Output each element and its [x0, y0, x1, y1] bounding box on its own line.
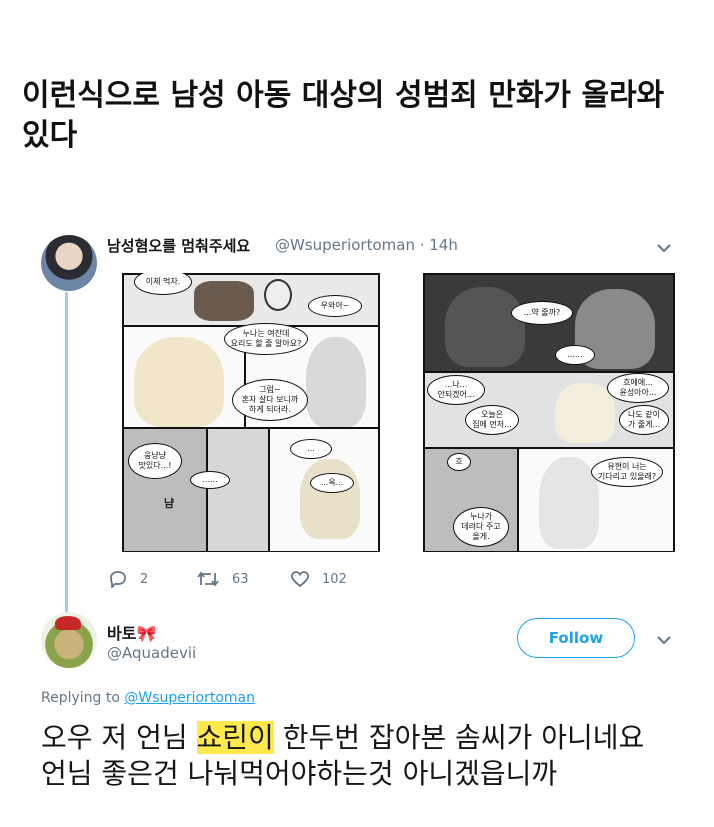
character-young [555, 383, 615, 443]
reply-text-part: 오우 저 언님 [41, 721, 197, 754]
replying-to-label: Replying to [41, 690, 120, 706]
speech-bubble: 흐 [447, 453, 471, 471]
speech-bubble: 우와아~ [308, 295, 362, 317]
speech-bubble: 흐에에... 윤성아아... [607, 373, 669, 403]
comic-sound-effect: 냠 [164, 497, 175, 510]
like-action[interactable]: 102 [290, 570, 347, 588]
speech-bubble: 오늘은 집에 먼저... [465, 405, 519, 435]
santa-hat-icon [55, 616, 81, 630]
speech-bubble: ...... [555, 345, 595, 365]
speech-bubble: ... [290, 439, 332, 459]
reply-text-line: 언님 좋은건 나눠먹어야하는것 아니겠읍니까 [41, 757, 558, 790]
reply-author-avatar[interactable] [41, 612, 97, 668]
speech-bubble: ...약 줄까? [511, 301, 573, 325]
reply-count: 2 [140, 571, 149, 587]
chevron-down-icon[interactable] [657, 635, 671, 645]
post-headline: 이런식으로 남성 아동 대상의 성범죄 만화가 올라와 있다 [22, 78, 665, 153]
highlighted-word: 쇼린이 [196, 721, 274, 754]
comic-image-right[interactable]: ...약 줄까? ...... ...나... 안되겠어... 오늘은 집에 먼… [423, 273, 675, 552]
reply-tweet-text: 오우 저 언님 쇼린이 한두번 잡아본 솜씨가 아니네요 언님 좋은건 나눠먹어… [41, 720, 701, 792]
character-eating [300, 459, 360, 539]
reply-icon [110, 571, 126, 588]
speech-bubble: 나도 같이 가 줄게... [619, 405, 669, 435]
comic-panel [206, 427, 270, 552]
speech-bubble: ...... [190, 471, 230, 489]
speech-bubble: ...옥... [310, 473, 354, 493]
thread-connector-line [65, 292, 68, 612]
food-bowl [194, 281, 254, 321]
tweet-author-handle[interactable]: @Wsuperiortoman · 14h [275, 236, 458, 254]
replying-to-handle-link[interactable]: @Wsuperiortoman [124, 690, 255, 706]
egg-drawing [264, 279, 292, 311]
retweet-count: 63 [232, 571, 249, 587]
speech-bubble: 유현이 너는 기다리고 있을래? [591, 457, 663, 487]
retweet-icon [197, 571, 219, 587]
heart-icon [291, 571, 309, 588]
reply-author-name[interactable]: 바토🎀 [107, 620, 156, 644]
speech-bubble: ...나... 안되겠어... [427, 375, 485, 405]
character-man-glasses [445, 287, 525, 367]
character-man [539, 457, 599, 549]
author-avatar[interactable] [41, 235, 97, 291]
speech-bubble: 그럼~ 혼자 살다 보니까 하게 되더라. [232, 379, 308, 421]
reply-text-part: 한두번 잡아본 솜씨가 아니네요 [273, 721, 645, 754]
speech-bubble: 누나가 데려다 주고 올게. [453, 507, 509, 547]
character-man [306, 337, 366, 427]
comic-image-left[interactable]: 이제 먹자. 우와아~ 누나는 여잔데 요리도 할 줄 알아요? 그럼~ 혼자 … [122, 273, 380, 552]
follow-button[interactable]: Follow [517, 618, 635, 658]
character-face [134, 337, 224, 427]
reply-action[interactable]: 2 [108, 570, 148, 588]
chevron-down-icon[interactable] [657, 243, 671, 253]
reply-author-handle[interactable]: @Aquadevii [107, 644, 196, 662]
retweet-action[interactable]: 63 [196, 570, 249, 588]
speech-bubble: 누나는 여잔데 요리도 할 줄 알아요? [224, 323, 308, 355]
like-count: 102 [322, 571, 347, 587]
replying-to-line: Replying to @Wsuperiortoman [41, 690, 255, 706]
speech-bubble: 웅냥냥 맛있다...! [128, 443, 182, 479]
tweet-author-name[interactable]: 남성혐오를 멈춰주세요 [107, 235, 250, 256]
